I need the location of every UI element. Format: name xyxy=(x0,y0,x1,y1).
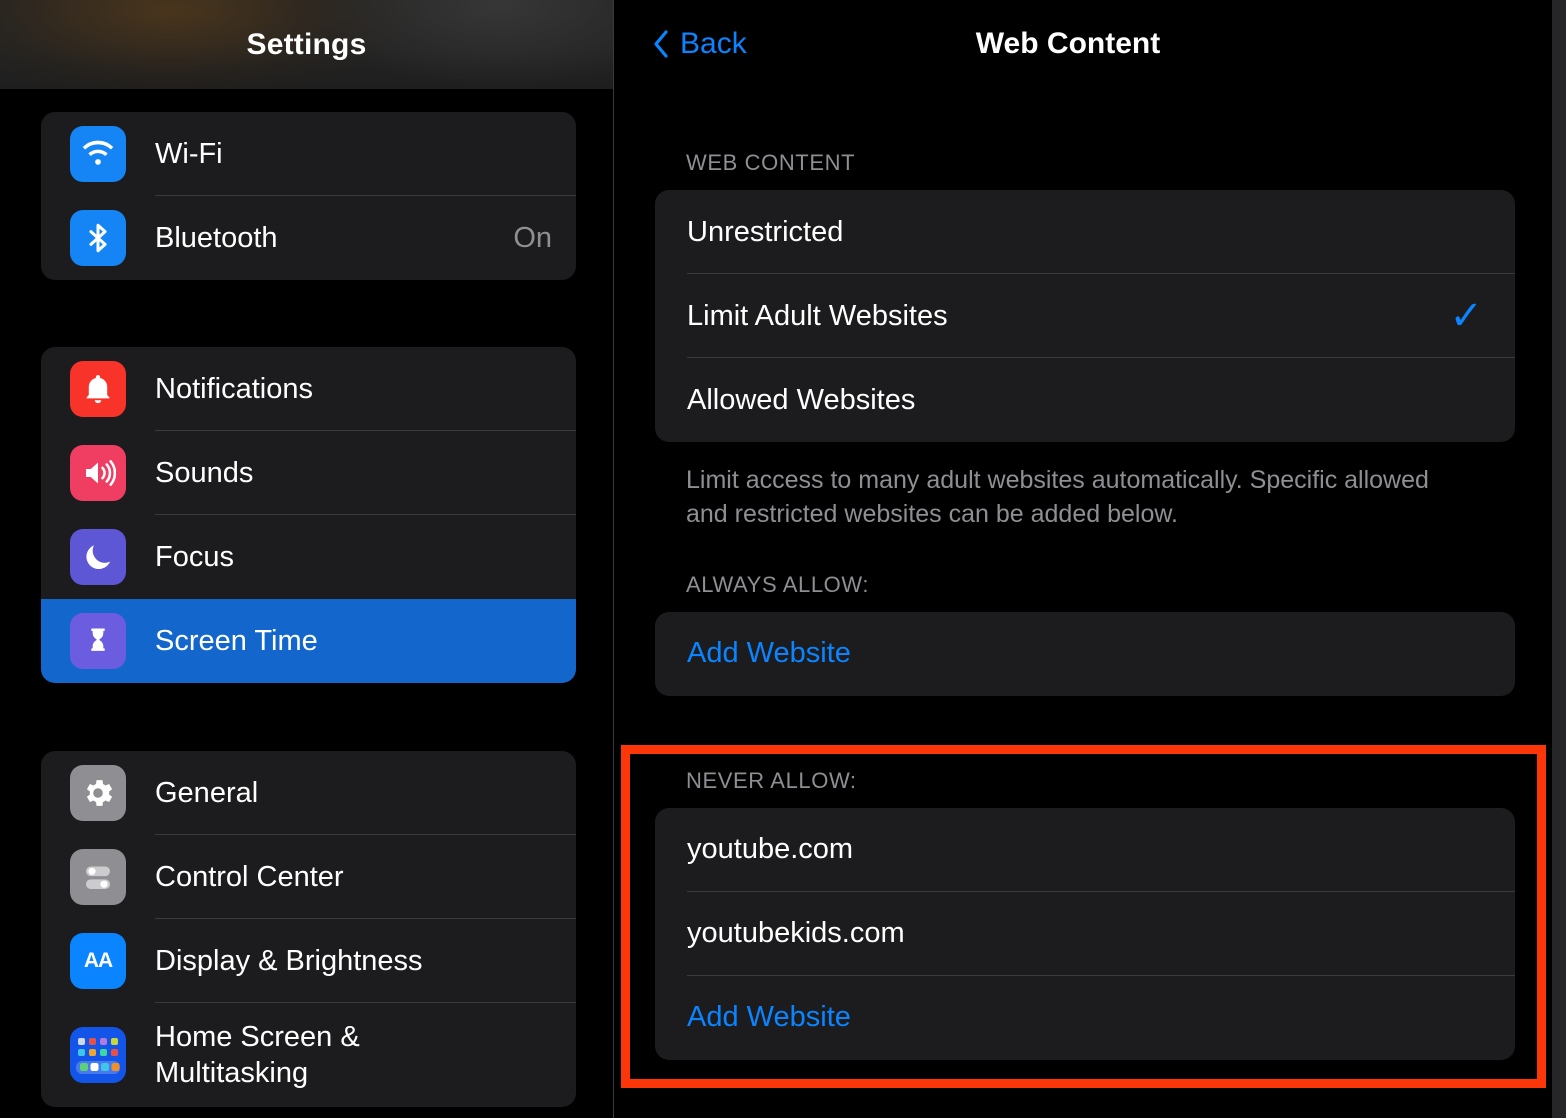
detail-navigation-bar: Back Web Content xyxy=(614,0,1552,88)
chevron-left-icon xyxy=(654,30,668,58)
gear-icon xyxy=(70,765,126,821)
sidebar-item-sounds[interactable]: Sounds xyxy=(41,431,576,515)
sidebar-item-label: General xyxy=(155,776,259,809)
back-button[interactable]: Back xyxy=(652,27,747,61)
settings-sidebar[interactable]: Wi-Fi Bluetooth On Notifications Sounds … xyxy=(0,0,613,1118)
sidebar-item-notifications[interactable]: Notifications xyxy=(41,347,576,431)
website-label: youtubekids.com xyxy=(687,917,905,949)
ipad-settings-screen: Wi-Fi Bluetooth On Notifications Sounds … xyxy=(0,0,1566,1118)
wifi-icon xyxy=(70,126,126,182)
sidebar-item-general[interactable]: General xyxy=(41,751,576,835)
home-grid-icon xyxy=(70,1027,126,1083)
aa-icon: AA xyxy=(70,933,126,989)
sidebar-item-bluetooth[interactable]: Bluetooth On xyxy=(41,196,576,280)
always-allow-card: Add Website xyxy=(655,611,1515,696)
sidebar-group-connectivity: Wi-Fi Bluetooth On xyxy=(41,112,576,280)
sidebar-group-alerts: Notifications Sounds Focus Screen Time xyxy=(41,347,576,683)
sidebar-item-home-screen-multitasking[interactable]: Home Screen & Multitasking xyxy=(41,1003,576,1107)
never-allow-add-website-row[interactable]: Add Website xyxy=(655,976,1515,1060)
page-title: Settings xyxy=(246,27,367,61)
sidebar-item-display-brightness[interactable]: AA Display & Brightness xyxy=(41,919,576,1003)
section-header-web-content: WEB CONTENT xyxy=(686,150,856,175)
option-label: Allowed Websites xyxy=(687,383,916,416)
speaker-icon xyxy=(70,445,126,501)
option-label: Unrestricted xyxy=(687,215,844,248)
never-allow-row-youtube[interactable]: youtube.com xyxy=(655,808,1515,892)
sidebar-item-label: Home Screen & Multitasking xyxy=(155,1020,360,1089)
toggles-icon xyxy=(70,849,126,905)
sidebar-item-label: Wi-Fi xyxy=(155,137,223,170)
sidebar-item-screen-time[interactable]: Screen Time xyxy=(41,599,576,683)
bluetooth-icon xyxy=(70,210,126,266)
sidebar-item-label: Focus xyxy=(155,540,234,573)
option-row-unrestricted[interactable]: Unrestricted xyxy=(655,190,1515,274)
sidebar-item-label: Bluetooth xyxy=(155,221,278,254)
sidebar-item-focus[interactable]: Focus xyxy=(41,515,576,599)
right-edge-strip xyxy=(1552,0,1566,1118)
option-row-allowed-websites[interactable]: Allowed Websites xyxy=(655,358,1515,442)
sidebar-item-label: Notifications xyxy=(155,372,313,405)
section-header-always-allow: ALWAYS ALLOW: xyxy=(686,571,870,597)
sidebar-item-wi-fi[interactable]: Wi-Fi xyxy=(41,112,576,196)
sidebar-group-system: General Control Center AA Display & Brig… xyxy=(41,751,576,1107)
hourglass-icon xyxy=(70,613,126,669)
web-content-footnote: Limit access to many adult websites auto… xyxy=(686,466,1429,528)
section-header-never-allow: NEVER ALLOW: xyxy=(686,767,857,793)
sidebar-item-label: Sounds xyxy=(155,456,254,489)
sidebar-item-control-center[interactable]: Control Center xyxy=(41,835,576,919)
website-label: youtube.com xyxy=(687,833,854,865)
back-button-label: Back xyxy=(680,27,747,60)
option-label: Limit Adult Websites xyxy=(687,299,948,332)
sidebar-header: Settings xyxy=(0,0,613,89)
detail-title: Web Content xyxy=(975,27,1161,60)
never-allow-row-youtubekids[interactable]: youtubekids.com xyxy=(655,892,1515,976)
add-website-button[interactable]: Add Website xyxy=(687,1001,851,1034)
sidebar-item-label: Control Center xyxy=(155,860,344,893)
add-website-button[interactable]: Add Website xyxy=(687,637,851,670)
always-allow-add-website-row[interactable]: Add Website xyxy=(655,612,1515,696)
web-content-detail-pane: Back Web Content WEB CONTENT Unrestricte… xyxy=(614,0,1552,1118)
never-allow-card: youtube.com youtubekids.com Add Website xyxy=(655,807,1515,1060)
sidebar-item-label: Display & Brightness xyxy=(155,944,423,977)
sidebar-item-value: On xyxy=(513,221,552,254)
sidebar-item-label: Screen Time xyxy=(155,624,318,657)
bell-icon xyxy=(70,361,126,417)
moon-icon xyxy=(70,529,126,585)
web-content-options-card: Unrestricted Limit Adult Websites ✓ Allo… xyxy=(655,190,1515,442)
option-row-limit-adult-websites[interactable]: Limit Adult Websites ✓ xyxy=(655,274,1515,358)
checkmark-icon: ✓ xyxy=(1449,294,1483,338)
